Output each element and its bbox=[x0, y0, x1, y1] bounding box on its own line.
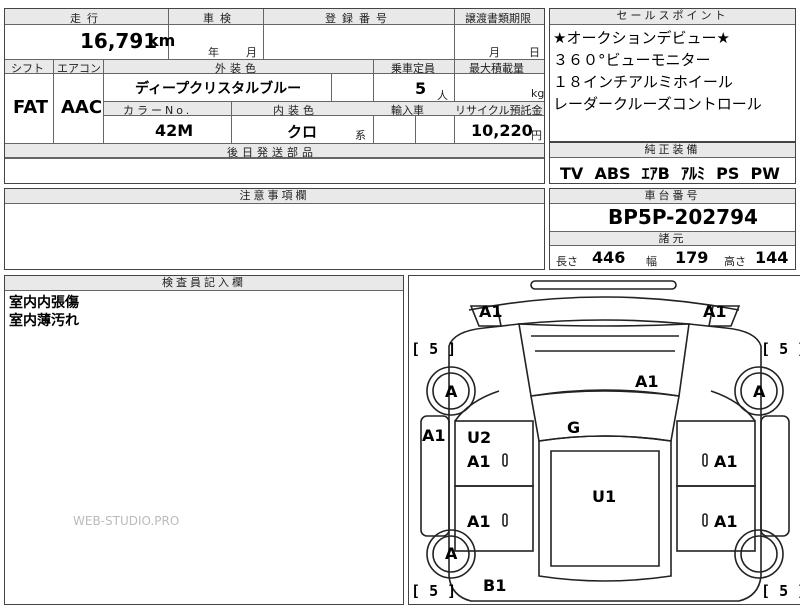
mark-rear-door-left: A1 bbox=[467, 512, 491, 531]
interior-color-value: クロ bbox=[287, 123, 318, 141]
mark-fender-left: A1 bbox=[422, 426, 446, 445]
capacity-label: 乗車定員 bbox=[391, 62, 435, 75]
import-label: 輸入車 bbox=[391, 104, 424, 117]
mark-hood: A1 bbox=[635, 372, 659, 391]
recycle-value: 10,220 bbox=[471, 121, 533, 140]
spec-width-label: 幅 bbox=[646, 255, 657, 268]
sales-points-list: ★オークションデビュー★ ３６０°ビューモニター １８インチアルミホイール レー… bbox=[553, 27, 762, 115]
mark-front-door-left: A1 bbox=[467, 452, 491, 471]
spec-height-label: 高さ bbox=[724, 255, 746, 268]
tire-tread-rl: [ 5 ] bbox=[411, 582, 457, 600]
mark-mirror-left: A1 bbox=[479, 302, 503, 321]
inspector-note-line: 室内薄汚れ bbox=[9, 313, 79, 329]
damage-diagram-panel: A1 A1 A1 G A1 U2 A1 A1 U1 A1 A1 B1 A A A… bbox=[408, 275, 800, 605]
mileage-unit: km bbox=[148, 31, 176, 50]
recycle-label: リサイクル預託金 bbox=[455, 104, 543, 117]
genuine-equipment-panel: 純正装備 TV ABS ｴｱB ｱﾙﾐ PS PW bbox=[549, 142, 796, 184]
mark-front-door-right: A1 bbox=[714, 452, 738, 471]
mileage-label: 走行 bbox=[70, 12, 104, 25]
max-load-label: 最大積載量 bbox=[469, 62, 524, 75]
transfer-month-unit: 月 bbox=[489, 46, 500, 59]
spec-length-label: 長さ bbox=[556, 255, 578, 268]
genuine-equipment-label: 純正装備 bbox=[550, 143, 795, 158]
color-no-value: 42M bbox=[155, 121, 194, 140]
vehicle-info-table: 走行 車検 登録番号 譲渡書類期限 16,791 km 年 月 月 日 シフト … bbox=[4, 8, 545, 184]
aircon-label: エアコン bbox=[57, 62, 101, 75]
inspector-panel: 検査員記入欄 室内内張傷 室内薄汚れ WEB-STUDIO.PRO bbox=[4, 275, 404, 605]
spec-width-value: 179 bbox=[675, 248, 709, 267]
specs-label: 諸元 bbox=[550, 232, 795, 246]
chassis-label: 車台番号 bbox=[550, 189, 795, 204]
mark-front-door-left-u: U2 bbox=[467, 428, 492, 447]
interior-color-label: 内装色 bbox=[273, 104, 318, 117]
capacity-value: 5 bbox=[415, 79, 427, 98]
interior-color-suffix: 系 bbox=[355, 129, 366, 142]
mark-wheel-fl: A bbox=[445, 382, 458, 401]
genuine-equipment-value: TV ABS ｴｱB ｱﾙﾐ PS PW bbox=[560, 164, 780, 183]
tire-tread-rr: [ 5 ] bbox=[761, 582, 800, 600]
inspection-month-unit: 月 bbox=[246, 46, 257, 59]
aircon-value: AAC bbox=[61, 97, 103, 118]
notes-panel: 注意事項欄 bbox=[4, 188, 545, 270]
spec-length-value: 446 bbox=[592, 248, 626, 267]
mark-rear-left: B1 bbox=[483, 576, 507, 595]
chassis-value: BP5P-202794 bbox=[608, 205, 758, 229]
transfer-deadline-label: 譲渡書類期限 bbox=[465, 12, 531, 25]
inspection-year-unit: 年 bbox=[208, 46, 219, 59]
max-load-unit: kg bbox=[531, 87, 545, 100]
spec-height-value: 144 bbox=[755, 248, 789, 267]
inspection-label: 車検 bbox=[203, 12, 237, 25]
exterior-color-label: 外装色 bbox=[215, 62, 260, 75]
tire-tread-fr: [ 5 ] bbox=[761, 340, 800, 358]
mark-rear-door-right: A1 bbox=[714, 512, 738, 531]
registration-label: 登録番号 bbox=[325, 12, 393, 25]
inspector-note-line: 室内内張傷 bbox=[9, 295, 79, 311]
color-no-label: カラーNo. bbox=[123, 104, 193, 117]
watermark: WEB-STUDIO.PRO bbox=[73, 514, 180, 528]
mark-windshield: G bbox=[567, 418, 581, 437]
recycle-unit: 円 bbox=[531, 129, 542, 142]
transfer-day-unit: 日 bbox=[529, 46, 540, 59]
tire-tread-fl: [ 5 ] bbox=[411, 340, 457, 358]
inspector-label: 検査員記入欄 bbox=[5, 276, 403, 291]
sales-points-panel: セールスポイント ★オークションデビュー★ ３６０°ビューモニター １８インチア… bbox=[549, 8, 796, 142]
notes-label: 注意事項欄 bbox=[5, 189, 544, 204]
exterior-color-value: ディープクリスタルブルー bbox=[135, 81, 302, 97]
sales-point-item: ３６０°ビューモニター bbox=[553, 51, 711, 69]
chassis-panel: 車台番号 BP5P-202794 諸元 長さ 446 幅 179 高さ 144 bbox=[549, 188, 796, 270]
sales-point-item: レーダークルーズコントロール bbox=[553, 95, 762, 113]
mark-wheel-rl: A bbox=[445, 544, 458, 563]
sales-point-item: ★オークションデビュー★ bbox=[553, 29, 730, 47]
shift-value: FAT bbox=[13, 97, 49, 118]
sales-points-label: セールスポイント bbox=[550, 9, 795, 25]
mark-roof: U1 bbox=[592, 487, 617, 506]
sales-point-item: １８インチアルミホイール bbox=[553, 73, 733, 91]
mileage-value: 16,791 bbox=[80, 29, 158, 53]
mark-wheel-fr: A bbox=[753, 382, 766, 401]
shift-label: シフト bbox=[11, 62, 44, 75]
mark-mirror-right: A1 bbox=[703, 302, 727, 321]
inspector-notes: 室内内張傷 室内薄汚れ bbox=[9, 294, 79, 330]
